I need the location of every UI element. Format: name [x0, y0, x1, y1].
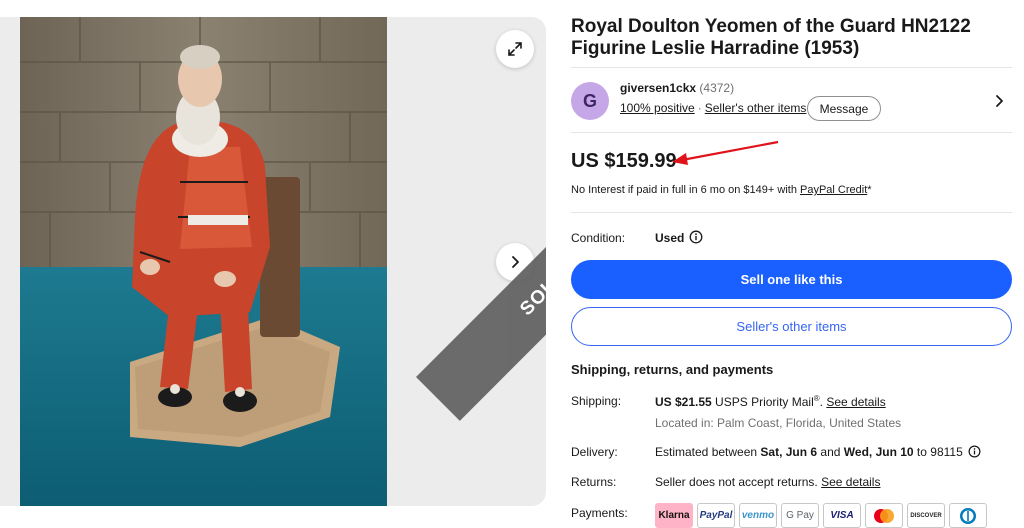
payments-label: Payments:	[571, 506, 628, 520]
seller-name-line: giversen1ckx (4372)	[620, 81, 734, 95]
delivery-and: and	[817, 445, 844, 459]
paypal-credit-link[interactable]: PayPal Credit	[800, 184, 867, 196]
chevron-right-icon[interactable]	[995, 94, 1005, 108]
seller-name[interactable]: giversen1ckx	[620, 81, 696, 95]
product-photo[interactable]	[20, 17, 387, 506]
diners-club-logo	[949, 503, 987, 528]
figurine-image	[20, 17, 387, 506]
credit-asterisk: *	[867, 184, 872, 196]
discover-logo: DISCOVER	[907, 503, 945, 528]
delivery-start: Sat, Jun 6	[760, 445, 818, 459]
returns-label: Returns:	[571, 475, 617, 489]
delivery-value: Estimated between Sat, Jun 6 and Wed, Ju…	[655, 445, 981, 459]
expand-image-button[interactable]	[496, 30, 534, 68]
google-pay-logo: G Pay	[781, 503, 819, 528]
divider	[571, 212, 1012, 213]
info-icon[interactable]	[689, 230, 703, 244]
condition-value: Used	[655, 231, 685, 245]
sell-one-like-this-button[interactable]: Sell one like this	[571, 260, 1012, 299]
price: US $159.99	[571, 150, 677, 172]
image-gallery: SOLD	[0, 17, 546, 506]
credit-text: No Interest if paid in full in 6 mo on $…	[571, 184, 800, 196]
paypal-credit-note: No Interest if paid in full in 6 mo on $…	[571, 184, 872, 196]
delivery-label: Delivery:	[571, 445, 618, 459]
diners-club-icon	[960, 507, 976, 524]
seller-links: 100% positive · Seller's other items	[620, 101, 806, 115]
divider	[571, 132, 1012, 133]
seller-card[interactable]: G giversen1ckx (4372) 100% positive · Sell…	[571, 70, 1012, 132]
shipping-value: US $21.55 USPS Priority Mail®. See detai…	[655, 394, 886, 409]
mastercard-icon	[874, 508, 894, 523]
positive-feedback-link[interactable]: 100% positive	[620, 101, 695, 115]
payment-logos: Klarna PayPal venmo G Pay VISA DISCOVER	[655, 503, 987, 528]
divider	[571, 67, 1012, 68]
seller-avatar: G	[571, 82, 609, 120]
message-button[interactable]: Message	[807, 96, 881, 121]
shipping-label: Shipping:	[571, 394, 622, 408]
paypal-logo: PayPal	[697, 503, 735, 528]
delivery-end: Wed, Jun 10	[843, 445, 914, 459]
listing-title: Royal Doulton Yeomen of the Guard HN2122…	[571, 16, 971, 59]
klarna-logo: Klarna	[655, 503, 693, 528]
venmo-logo: venmo	[739, 503, 777, 528]
returns-value: Seller does not accept returns. See deta…	[655, 475, 880, 489]
shipping-section-heading: Shipping, returns, and payments	[571, 362, 774, 377]
sellers-other-items-button[interactable]: Seller's other items	[571, 307, 1012, 346]
shipping-see-details-link[interactable]: See details	[826, 395, 885, 409]
chevron-right-icon	[512, 256, 519, 268]
returns-see-details-link[interactable]: See details	[821, 475, 880, 489]
returns-text: Seller does not accept returns.	[655, 475, 822, 489]
shipping-cost: US $21.55	[655, 395, 712, 409]
expand-icon	[508, 42, 522, 56]
delivery-prefix: Estimated between	[655, 445, 761, 459]
mastercard-logo	[865, 503, 903, 528]
seller-feedback-count: (4372)	[699, 81, 735, 95]
delivery-suffix: to 98115	[913, 445, 963, 459]
info-icon[interactable]	[968, 445, 981, 458]
sold-ribbon: SOLD	[416, 164, 546, 421]
visa-logo: VISA	[823, 503, 861, 528]
condition-label: Condition:	[571, 231, 626, 245]
shipping-method: USPS Priority Mail	[711, 395, 814, 409]
item-location: Located in: Palm Coast, Florida, United …	[655, 416, 902, 430]
annotation-arrow-icon	[672, 140, 779, 165]
separator: ·	[697, 101, 702, 115]
seller-other-items-link[interactable]: Seller's other items	[705, 101, 807, 115]
